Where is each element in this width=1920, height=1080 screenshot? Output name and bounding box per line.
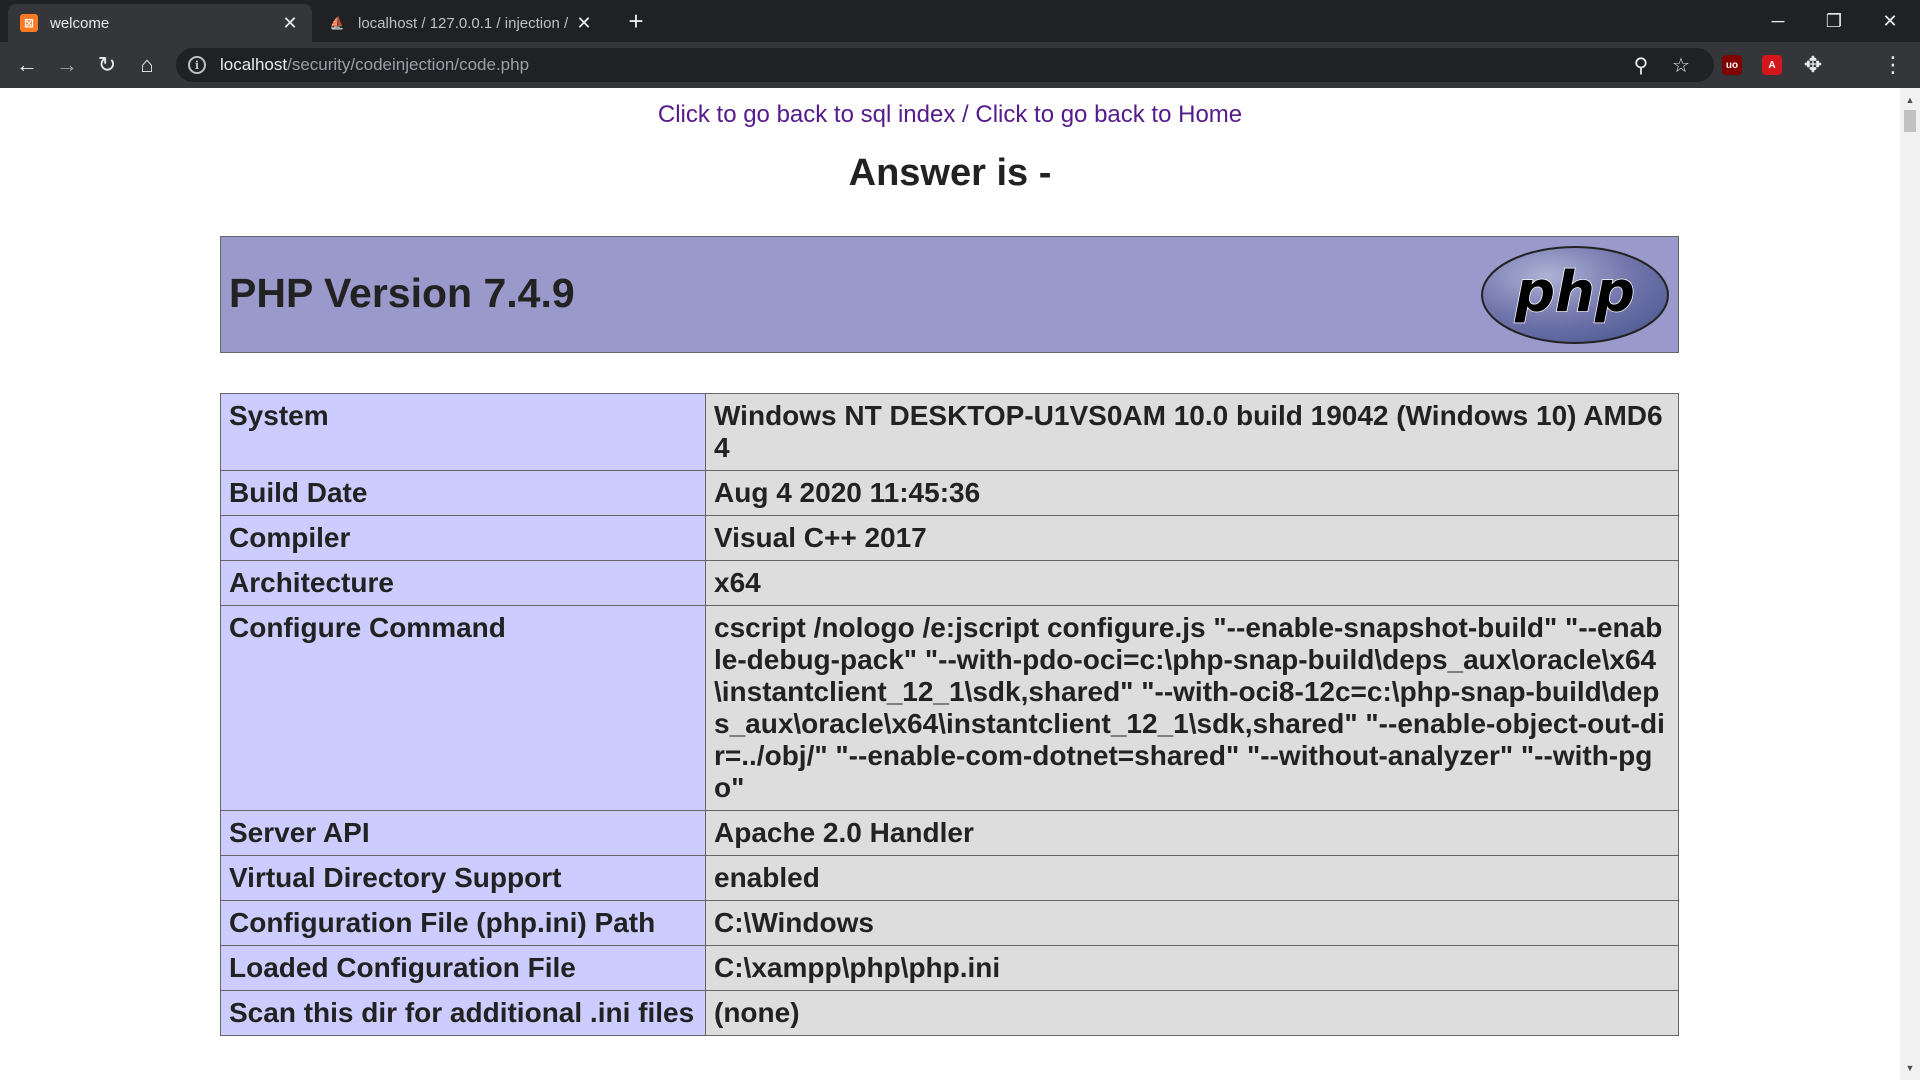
tab-title: welcome: [50, 14, 110, 32]
close-icon[interactable]: ✕: [574, 13, 594, 34]
info-value: Apache 2.0 Handler: [705, 810, 1679, 856]
info-value: x64: [705, 560, 1679, 606]
info-key: Loaded Configuration File: [220, 945, 706, 991]
info-key: Build Date: [220, 470, 706, 516]
link-sql-index[interactable]: Click to go back to sql index: [658, 101, 955, 128]
info-key: Server API: [220, 810, 706, 856]
link-home[interactable]: Click to go back to Home: [975, 101, 1242, 128]
info-key: System: [220, 393, 706, 471]
tab-phpmyadmin[interactable]: ⛵ localhost / 127.0.0.1 / injection / ✕: [316, 4, 606, 42]
info-key: Configure Command: [220, 605, 706, 811]
url-text[interactable]: localhost/security/codeinjection/code.ph…: [220, 55, 529, 75]
close-icon[interactable]: ✕: [280, 13, 300, 34]
new-tab-button[interactable]: +: [622, 8, 650, 36]
bookmark-star-icon[interactable]: ☆: [1664, 48, 1698, 82]
forward-icon[interactable]: →: [50, 48, 84, 82]
info-row: Configuration File (php.ini) Path C:\Wind…: [220, 900, 1679, 946]
site-info-icon[interactable]: i: [188, 56, 206, 74]
phpinfo-table: System Windows NT DESKTOP-U1VS0AM 10.0 bu…: [220, 393, 1679, 1036]
home-icon[interactable]: ⌂: [130, 48, 164, 82]
window-close-icon[interactable]: ✕: [1862, 0, 1918, 42]
scroll-down-icon[interactable]: ▼: [1900, 1060, 1920, 1076]
info-key: Compiler: [220, 515, 706, 561]
scroll-up-icon[interactable]: ▲: [1900, 92, 1920, 108]
tab-welcome[interactable]: ⊠ welcome ✕: [8, 4, 312, 42]
info-row: Build Date Aug 4 2020 11:45:36: [220, 470, 1679, 516]
link-separator: /: [955, 101, 976, 128]
phpinfo-header: PHP Version 7.4.9 php: [220, 236, 1679, 353]
info-value: enabled: [705, 855, 1679, 901]
address-bar[interactable]: i localhost/security/codeinjection/code.…: [176, 48, 1714, 82]
tab-title: localhost / 127.0.0.1 / injection /: [358, 14, 569, 32]
info-key: Scan this dir for additional .ini files: [220, 990, 706, 1036]
browser-titlebar: ⊠ welcome ✕ ⛵ localhost / 127.0.0.1 / in…: [0, 0, 1920, 42]
nav-links: Click to go back to sql index / Click to…: [0, 101, 1900, 129]
menu-kebab-icon[interactable]: ⋮: [1876, 48, 1910, 82]
info-key: Virtual Directory Support: [220, 855, 706, 901]
php-version-title: PHP Version 7.4.9: [229, 270, 575, 316]
info-value: (none): [705, 990, 1679, 1036]
info-row: Virtual Directory Support enabled: [220, 855, 1679, 901]
extensions-puzzle-icon[interactable]: ✥: [1796, 48, 1830, 82]
adobe-acrobat-icon[interactable]: A: [1762, 55, 1782, 75]
info-key: Configuration File (php.ini) Path: [220, 900, 706, 946]
info-row: Scan this dir for additional .ini files(…: [220, 990, 1679, 1036]
info-value: Visual C++ 2017: [705, 515, 1679, 561]
info-value: Aug 4 2020 11:45:36: [705, 470, 1679, 516]
info-value: C:\xampp\php\php.ini: [705, 945, 1679, 991]
info-row: Loaded Configuration File C:\xampp\php\ph…: [220, 945, 1679, 991]
info-row: Server API Apache 2.0 Handler: [220, 810, 1679, 856]
php-logo[interactable]: php: [1480, 245, 1670, 345]
info-value: C:\Windows: [705, 900, 1679, 946]
info-value: cscript /nologo /e:jscript configure.js …: [705, 605, 1679, 811]
restore-icon[interactable]: ❐: [1806, 0, 1862, 42]
xampp-icon: ⊠: [20, 14, 38, 32]
reload-icon[interactable]: ↻: [90, 48, 124, 82]
browser-toolbar: ← → ↻ ⌂ i localhost/security/codeinjecti…: [0, 42, 1920, 120]
info-value: Windows NT DESKTOP-U1VS0AM 10.0 build 19…: [705, 393, 1679, 471]
page-viewport: Click to go back to sql index / Click to…: [0, 88, 1900, 1080]
phpmyadmin-icon: ⛵: [329, 16, 345, 30]
php-logo-text: php: [1514, 260, 1635, 325]
scrollbar-thumb[interactable]: [1904, 110, 1916, 132]
back-icon[interactable]: ←: [10, 48, 44, 82]
info-row: Compiler Visual C++ 2017: [220, 515, 1679, 561]
answer-heading: Answer is -: [848, 152, 1052, 194]
minimize-icon[interactable]: ─: [1750, 0, 1806, 42]
info-row: Architecture x64: [220, 560, 1679, 606]
info-row: System Windows NT DESKTOP-U1VS0AM 10.0 bu…: [220, 393, 1679, 471]
info-key: Architecture: [220, 560, 706, 606]
ublock-origin-icon[interactable]: uo: [1722, 55, 1742, 75]
page-scrollbar[interactable]: ▲ ▼: [1900, 88, 1920, 1080]
zoom-icon[interactable]: ⚲: [1624, 48, 1658, 82]
info-row: Configure Command cscript /nologo /e:jscr…: [220, 605, 1679, 811]
